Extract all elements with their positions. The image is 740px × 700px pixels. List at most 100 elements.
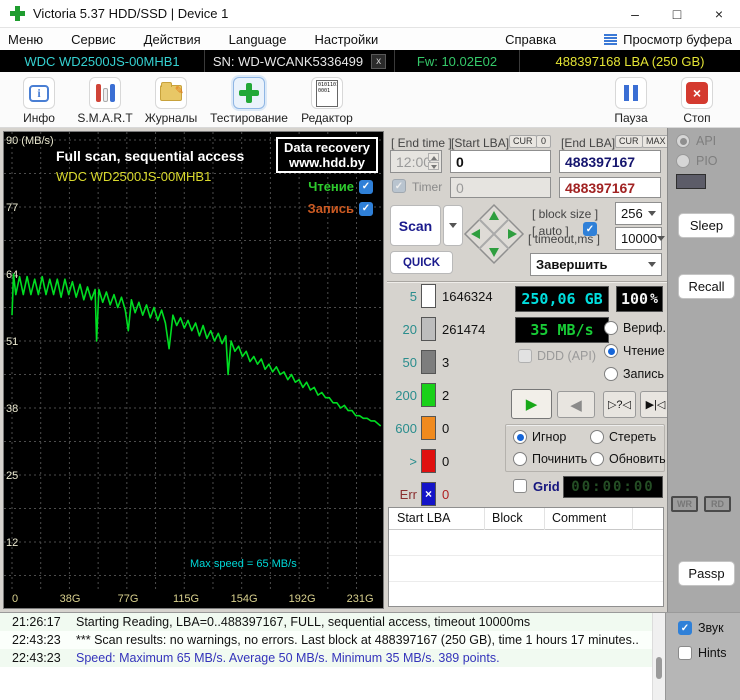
- info-button[interactable]: i Инфо: [6, 76, 72, 125]
- window-title: Victoria 5.37 HDD/SSD | Device 1: [33, 6, 229, 21]
- device-model[interactable]: WDC WD2500JS-00MHB1: [0, 50, 205, 72]
- histogram-block: [421, 317, 436, 341]
- start-lba-zero-button[interactable]: 0: [536, 135, 551, 148]
- device-capacity: 488397168 LBA (250 GB): [555, 53, 705, 69]
- buffer-view-button[interactable]: Просмотр буфера: [604, 32, 740, 47]
- minimize-button[interactable]: –: [614, 0, 656, 28]
- hints-checkbox[interactable]: Hints: [678, 646, 726, 660]
- action-refresh-radio[interactable]: Обновить: [590, 452, 666, 466]
- action-repair-radio[interactable]: Починить: [513, 452, 587, 466]
- histogram-row: 20 261474: [387, 316, 515, 342]
- block-size-select[interactable]: 256: [615, 202, 662, 225]
- menu-help[interactable]: Справка: [491, 28, 570, 50]
- scan-dropdown-button[interactable]: [443, 205, 463, 246]
- histogram-row: 50 3: [387, 349, 515, 375]
- activity-led: [676, 174, 706, 189]
- seek-pad[interactable]: [463, 203, 525, 265]
- seek-end-icon: ▶|◁: [645, 399, 666, 411]
- graph-legend: Чтение Запись: [308, 179, 373, 223]
- action-ignore-radio[interactable]: Игнор: [513, 430, 566, 444]
- end-lba-input[interactable]: 488397167: [559, 150, 661, 173]
- timeout-select[interactable]: 10000: [615, 227, 666, 250]
- histogram-row-err: Err × 0: [387, 481, 515, 507]
- start-lba-input[interactable]: 0: [450, 150, 551, 173]
- play-forward-button[interactable]: ▶: [511, 389, 552, 419]
- sleep-button[interactable]: Sleep: [678, 213, 735, 238]
- grid-checkbox[interactable]: [513, 479, 527, 493]
- mode-read-radio[interactable]: Чтение: [604, 344, 665, 358]
- svg-text:12: 12: [6, 537, 18, 549]
- testing-button[interactable]: Тестирование: [204, 76, 294, 125]
- menu-service[interactable]: Сервис: [57, 28, 130, 50]
- log-side-panel: Звук Hints: [665, 613, 740, 700]
- svg-text:38: 38: [6, 403, 18, 415]
- menu-bar: Меню Сервис Действия Language Настройки …: [0, 28, 740, 50]
- max-speed-annotation: Max speed = 65 MB/s: [190, 558, 297, 570]
- log-scrollbar[interactable]: [652, 613, 665, 700]
- quick-button[interactable]: QUICK: [390, 251, 453, 274]
- close-button[interactable]: ×: [698, 0, 740, 28]
- speed-graph: 90 (MB/s) 77 64 51 38 25 12 0 38G 77G 115G 154G 192G…: [3, 131, 384, 609]
- legend-write-checkbox[interactable]: [359, 201, 373, 216]
- passp-button[interactable]: Passp: [678, 561, 735, 586]
- log-entry: 22:43:23 Speed: Maximum 65 MB/s. Average…: [0, 649, 652, 667]
- recall-button[interactable]: Recall: [678, 274, 735, 299]
- seek-question-icon: ▷?◁: [607, 399, 632, 411]
- ddd-api-checkbox[interactable]: DDD (API): [518, 349, 596, 363]
- timer-input[interactable]: 0: [450, 177, 551, 198]
- svg-text:77G: 77G: [118, 593, 139, 605]
- defect-table[interactable]: Start LBA Block Comment: [388, 507, 664, 607]
- editor-button[interactable]: 010110110011101000 0001 Редактор: [294, 76, 360, 125]
- legend-read-checkbox[interactable]: [359, 179, 373, 194]
- progress-display: 100 %: [616, 286, 663, 312]
- current-lba-display: 488397167: [559, 177, 661, 198]
- chevron-down-icon: [657, 236, 666, 241]
- watermark-hddby: Data recovery www.hdd.by: [276, 137, 378, 173]
- test-control-panel: [ End time ] [Start LBA] CUR 0 [End LBA]…: [387, 131, 671, 609]
- device-close-button[interactable]: x: [371, 53, 387, 69]
- timer-checkbox[interactable]: [392, 179, 406, 193]
- smart-button[interactable]: S.M.A.R.T: [72, 76, 138, 125]
- scanned-size-display: 250,06 GB: [515, 286, 609, 312]
- histogram-block: [421, 350, 436, 374]
- play-backward-button[interactable]: ◀: [557, 391, 595, 418]
- api-radio[interactable]: API: [676, 134, 716, 148]
- end-time-spinner[interactable]: 12:00: [390, 150, 442, 173]
- device-serial-tab[interactable]: SN: WD-WCANK5336499 x: [205, 50, 395, 72]
- svg-text:51: 51: [6, 336, 18, 348]
- mode-write-radio[interactable]: Запись: [604, 367, 664, 381]
- menu-settings[interactable]: Настройки: [300, 28, 392, 50]
- svg-text:77: 77: [6, 202, 18, 214]
- histogram-row: 5 1646324: [387, 283, 515, 309]
- graph-title: Full scan, sequential access: [56, 148, 245, 164]
- logs-button[interactable]: ✎ Журналы: [138, 76, 204, 125]
- sound-checkbox[interactable]: Звук: [678, 621, 724, 635]
- scan-button[interactable]: Scan: [390, 205, 441, 246]
- histogram-block: [421, 416, 436, 440]
- after-scan-action-select[interactable]: Завершить: [530, 253, 662, 276]
- start-lba-label: [Start LBA]: [451, 136, 510, 150]
- mode-verify-radio[interactable]: Вериф.: [604, 321, 666, 335]
- device-bar: WDC WD2500JS-00MHB1 SN: WD-WCANK5336499 …: [0, 50, 740, 72]
- main-area: 90 (MB/s) 77 64 51 38 25 12 0 38G 77G 115G 154G 192G…: [0, 128, 740, 612]
- end-lba-max-button[interactable]: MAX: [642, 135, 670, 148]
- seek-question-button[interactable]: ▷?◁: [603, 391, 636, 418]
- pio-radio[interactable]: PIO: [676, 154, 718, 168]
- wr-button[interactable]: WR: [671, 496, 698, 512]
- stop-button[interactable]: × Стоп: [664, 76, 730, 125]
- grid-label: Grid: [533, 479, 560, 494]
- svg-text:64: 64: [6, 269, 18, 281]
- maximize-button[interactable]: □: [656, 0, 698, 28]
- action-erase-radio[interactable]: Стереть: [590, 430, 656, 444]
- menu-language[interactable]: Language: [215, 28, 301, 50]
- histogram-block: [421, 449, 436, 473]
- pause-button[interactable]: Пауза: [598, 76, 664, 125]
- rd-button[interactable]: RD: [704, 496, 731, 512]
- start-lba-cur-button[interactable]: CUR: [509, 135, 537, 148]
- end-lba-cur-button[interactable]: CUR: [615, 135, 643, 148]
- end-time-spin-arrows[interactable]: [428, 153, 439, 170]
- log-scrollbar-thumb[interactable]: [656, 657, 662, 679]
- log-list[interactable]: 21:26:17 Starting Reading, LBA=0..488397…: [0, 613, 652, 700]
- menu-main[interactable]: Меню: [0, 28, 57, 50]
- menu-actions[interactable]: Действия: [130, 28, 215, 50]
